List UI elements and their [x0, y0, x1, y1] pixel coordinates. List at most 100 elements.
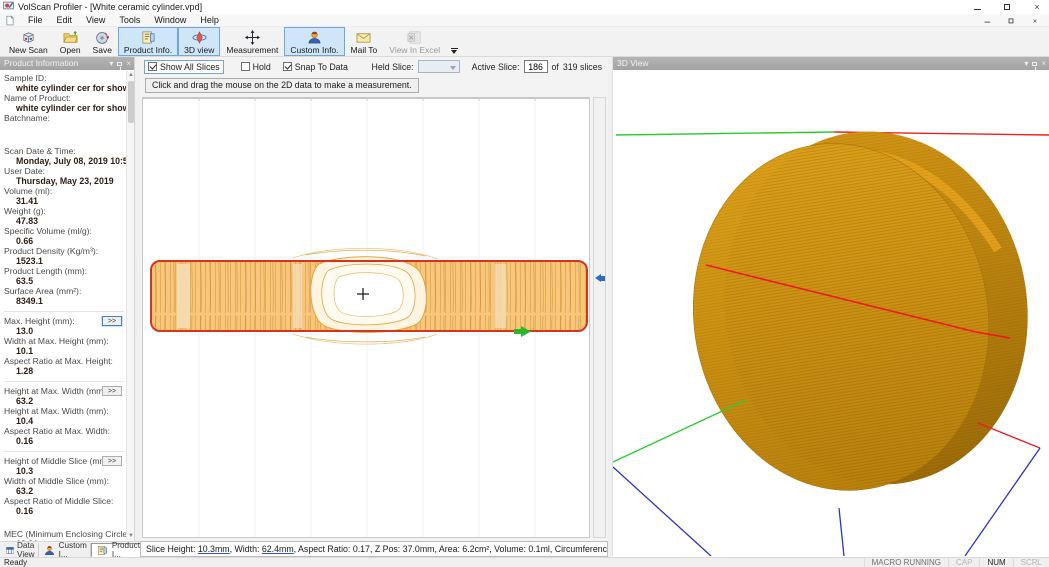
toolbar-button-label: Open: [60, 45, 81, 55]
active-slice-input[interactable]: [524, 60, 548, 73]
menu-item-window[interactable]: Window: [147, 15, 193, 25]
menu-item-help[interactable]: Help: [193, 15, 226, 25]
restore-icon[interactable]: [999, 2, 1015, 13]
checkbox-icon: [283, 62, 292, 71]
three-d-viewport[interactable]: [613, 70, 1049, 556]
field-product-density-kg-m: Product Density (Kg/m³):1523.1: [4, 246, 126, 266]
field-batchname: Batchname:: [4, 113, 126, 133]
field-width-of-middle-slice-mm: Width of Middle Slice (mm):63.2: [4, 476, 126, 496]
product-info-icon: [141, 29, 156, 45]
three-d-canvas[interactable]: [613, 70, 1049, 556]
field-label: Volume (ml):: [4, 186, 126, 196]
custom-info-icon: [307, 29, 322, 45]
field-surface-area-mm: Surface Area (mm²):8349.1: [4, 286, 126, 306]
snap-to-data-checkbox[interactable]: Snap To Data: [280, 61, 351, 73]
scanned-cylinder-3d: [669, 110, 1049, 512]
menu-item-tools[interactable]: Tools: [112, 15, 147, 25]
product-fields: Sample ID: white cylinder cer for show vs…: [0, 70, 126, 541]
active-slice-label: Active Slice:: [472, 62, 520, 72]
open-icon: [63, 29, 78, 45]
scrollbar[interactable]: ▲ ▼: [126, 71, 134, 540]
axis-green-line: [616, 132, 834, 135]
mdi-restore-icon[interactable]: [1005, 16, 1018, 25]
field-gap: [4, 516, 126, 529]
pin-icon[interactable]: [1032, 62, 1037, 66]
slice-2d-canvas[interactable]: [143, 98, 589, 537]
tab-custom-i[interactable]: Custom I...: [39, 543, 91, 557]
slice-metric-link[interactable]: 62.4mm: [262, 544, 294, 554]
toolbar-button-label: 3D view: [184, 45, 214, 55]
slice-info-text: , Aspect Ratio: 0.17, Z Pos: 37.0mm, Are…: [294, 544, 608, 554]
panel-title: 3D View: [617, 58, 649, 68]
toolbar-button-save[interactable]: Save: [87, 27, 118, 56]
scrollbar-thumb[interactable]: [128, 81, 134, 123]
toolbar-button-label: View In Excel: [389, 45, 440, 55]
expand-button[interactable]: >>: [102, 386, 122, 396]
field-label: Aspect Ratio at Max. Width:: [4, 426, 126, 436]
field-label: User Date:: [4, 166, 126, 176]
menu-item-view[interactable]: View: [79, 15, 112, 25]
field-value: [4, 123, 126, 133]
field-value: 10.3: [4, 466, 126, 476]
field-value: 47.83: [4, 216, 126, 226]
field-label: Width of Middle Slice (mm):: [4, 476, 126, 486]
tab-data-view[interactable]: Data View: [2, 543, 39, 557]
field-value: 13.0: [4, 326, 126, 336]
toolbar-button-new-scan[interactable]: New Scan: [3, 27, 54, 56]
pin-icon[interactable]: [117, 62, 122, 66]
menu-item-file[interactable]: File: [21, 15, 50, 25]
field-label: MEC (Minimum Enclosing Circle) (mm) :: [4, 529, 126, 539]
field-value: 0.16: [4, 506, 126, 516]
toolbar-button-3d-view[interactable]: 3D view: [178, 27, 220, 56]
scroll-down-icon[interactable]: ▼: [127, 532, 135, 540]
mdi-minimize-icon[interactable]: [981, 16, 994, 25]
field-label: Aspect Ratio at Max. Height:: [4, 356, 126, 366]
slice-2d-panel: Show All Slices Hold Snap To Data Held S…: [140, 57, 608, 541]
tab-product-i[interactable]: Product I...: [91, 543, 144, 557]
checkbox-label: Show All Slices: [160, 62, 220, 72]
mdi-close-icon[interactable]: ×: [1029, 16, 1042, 25]
slice-metric-link[interactable]: 10.3mm: [198, 544, 230, 554]
field-label: Surface Area (mm²):: [4, 286, 126, 296]
scroll-up-icon[interactable]: ▲: [127, 71, 135, 79]
field-height-at-max-width-mm: Height at Max. Width (mm):10.4: [4, 406, 126, 426]
field-mec-minimum-enclosing-circle-mm: MEC (Minimum Enclosing Circle) (mm) :63.…: [4, 529, 126, 541]
toolbar-button-measurement[interactable]: Measurement: [220, 27, 284, 56]
toolbar-button-open[interactable]: Open: [54, 27, 87, 56]
field-value: Monday, July 08, 2019 10:50:21: [4, 156, 126, 166]
field-value: 31.41: [4, 196, 126, 206]
toolbar-button-mail-to[interactable]: Mail To: [345, 27, 384, 56]
three-d-view-icon: [192, 29, 207, 45]
toolbar-button-custom-info[interactable]: Custom Info.: [284, 27, 344, 56]
checkbox-icon: [241, 62, 250, 71]
toolbar-button-label: Custom Info.: [290, 45, 338, 55]
field-value: white cylinder cer for show vspa: [4, 103, 126, 113]
expand-button[interactable]: >>: [102, 316, 122, 326]
slice-position-marker[interactable]: [595, 273, 606, 284]
toolbar-options-icon[interactable]: [447, 27, 461, 56]
slice-info-text: , Width:: [230, 544, 262, 554]
held-slice-dropdown[interactable]: [418, 60, 460, 73]
slice-position-track[interactable]: [593, 97, 606, 538]
checkbox-icon: [148, 62, 157, 71]
close-icon[interactable]: ×: [126, 57, 131, 70]
field-label: Name of Product:: [4, 93, 126, 103]
toolbar-button-product-info[interactable]: Product Info.: [118, 27, 178, 56]
field-label: Sample ID:: [4, 73, 126, 83]
bottom-tabs: Data ViewCustom I...Product I...: [0, 541, 140, 557]
slice-2d-plot[interactable]: [142, 97, 590, 538]
slice-info-bar: Slice Height: 10.3mm, Width: 62.4mm, Asp…: [140, 541, 608, 557]
menu-item-edit[interactable]: Edit: [50, 15, 80, 25]
chevron-down-icon[interactable]: ▾: [109, 57, 113, 70]
field-weight-g: Weight (g):47.83: [4, 206, 126, 226]
field-aspect-ratio-at-max-width: Aspect Ratio at Max. Width:0.16: [4, 426, 126, 446]
status-scrl: SCRL: [1013, 558, 1049, 567]
expand-button[interactable]: >>: [102, 456, 122, 466]
close-icon[interactable]: ×: [1029, 2, 1045, 13]
close-icon[interactable]: ×: [1041, 57, 1046, 70]
hold-checkbox[interactable]: Hold: [238, 61, 274, 73]
minimize-icon[interactable]: [969, 2, 985, 13]
show-all-slices-checkbox[interactable]: Show All Slices: [144, 60, 224, 74]
chevron-down-icon[interactable]: ▾: [1024, 57, 1028, 70]
field-value: 1.28: [4, 366, 126, 376]
